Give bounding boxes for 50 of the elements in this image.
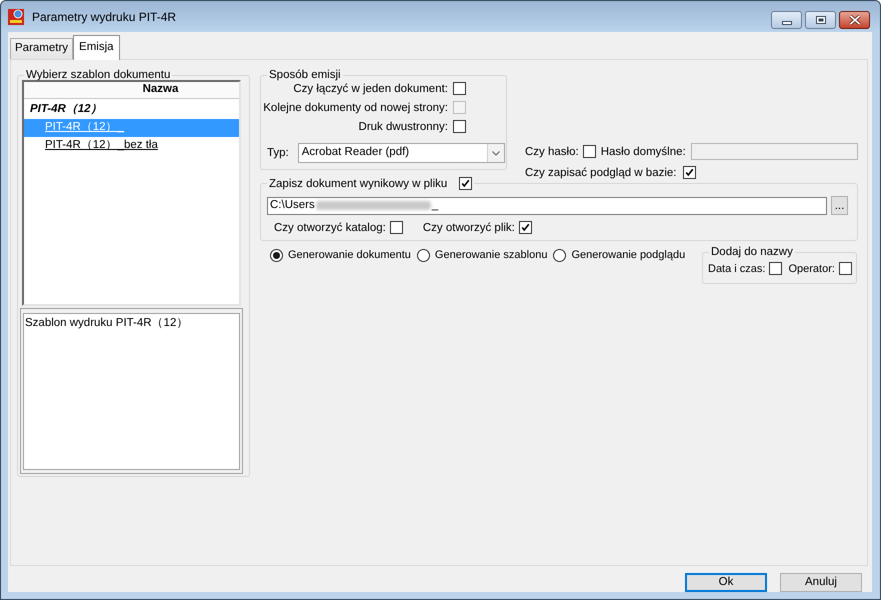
radio-button[interactable] — [553, 248, 566, 262]
type-label: Typ: — [267, 146, 289, 160]
dialog-button[interactable]: Ok — [685, 573, 767, 592]
password-label: Czy hasło: — [525, 144, 579, 158]
chevron-down-icon — [486, 144, 504, 162]
type-dropdown[interactable]: Acrobat Reader (pdf) — [298, 143, 505, 163]
checkbox[interactable] — [582, 145, 596, 158]
checkbox[interactable] — [769, 262, 782, 275]
template-row[interactable]: PIT-4R（12） — [24, 101, 239, 119]
option-label: Druk dwustronny: — [358, 120, 448, 134]
open-folder-label: Czy otworzyć katalog: — [274, 220, 386, 234]
default-password-label: Hasło domyślne: — [600, 144, 686, 158]
radio-label: Generowanie podglądu — [571, 248, 686, 262]
path-field[interactable]: C:\Users _ — [267, 196, 827, 214]
checkbox[interactable] — [518, 221, 532, 234]
maximize-button[interactable] — [805, 11, 836, 29]
dialog-button[interactable]: Anuluj — [780, 573, 862, 592]
radio-button[interactable] — [270, 248, 283, 262]
option-label: Data i czas: — [708, 262, 766, 276]
checkbox[interactable] — [459, 177, 472, 190]
browse-button[interactable]: ... — [831, 196, 848, 215]
radio-label: Generowanie szablonu — [434, 248, 548, 262]
option-label: Kolejne dokumenty od nowej strony: — [263, 100, 448, 114]
option-label: Operator: — [788, 262, 835, 276]
tab[interactable]: Parametry — [10, 38, 74, 59]
checkbox[interactable] — [838, 262, 852, 275]
option-label: Czy łączyć w jeden dokument: — [293, 82, 448, 96]
checkbox[interactable] — [390, 221, 403, 234]
checkbox[interactable] — [453, 82, 466, 95]
minimize-icon — [782, 20, 792, 24]
minimize-button[interactable] — [771, 11, 802, 29]
close-icon — [848, 15, 860, 25]
save-preview-label: Czy zapisać podgląd w bazie: — [525, 166, 676, 180]
close-button[interactable] — [839, 11, 870, 29]
group-title: Dodaj do nazwy — [710, 245, 794, 259]
window-title: Parametry wydruku PIT-4R — [32, 8, 176, 26]
checkbox[interactable] — [453, 120, 466, 133]
group-title: Sposób emisji — [268, 68, 342, 82]
checkbox[interactable] — [682, 166, 696, 179]
maximize-icon — [816, 16, 826, 24]
template-row[interactable]: PIT-4R（12）_bez tła — [24, 137, 239, 155]
radio-button[interactable] — [416, 248, 430, 262]
group-title: Wybierz szablon dokumentu — [25, 68, 172, 82]
open-file-label: Czy otworzyć plik: — [422, 220, 515, 234]
group-title: Zapisz dokument wynikowy w pliku — [269, 176, 448, 190]
tab[interactable]: Emisja — [73, 35, 120, 60]
radio-label: Generowanie dokumentu — [288, 248, 411, 262]
app-logo-icon — [8, 8, 24, 24]
column-header[interactable]: Nazwa — [24, 82, 239, 99]
description-field[interactable]: Szablon wydruku PIT-4R（12） — [23, 313, 240, 470]
